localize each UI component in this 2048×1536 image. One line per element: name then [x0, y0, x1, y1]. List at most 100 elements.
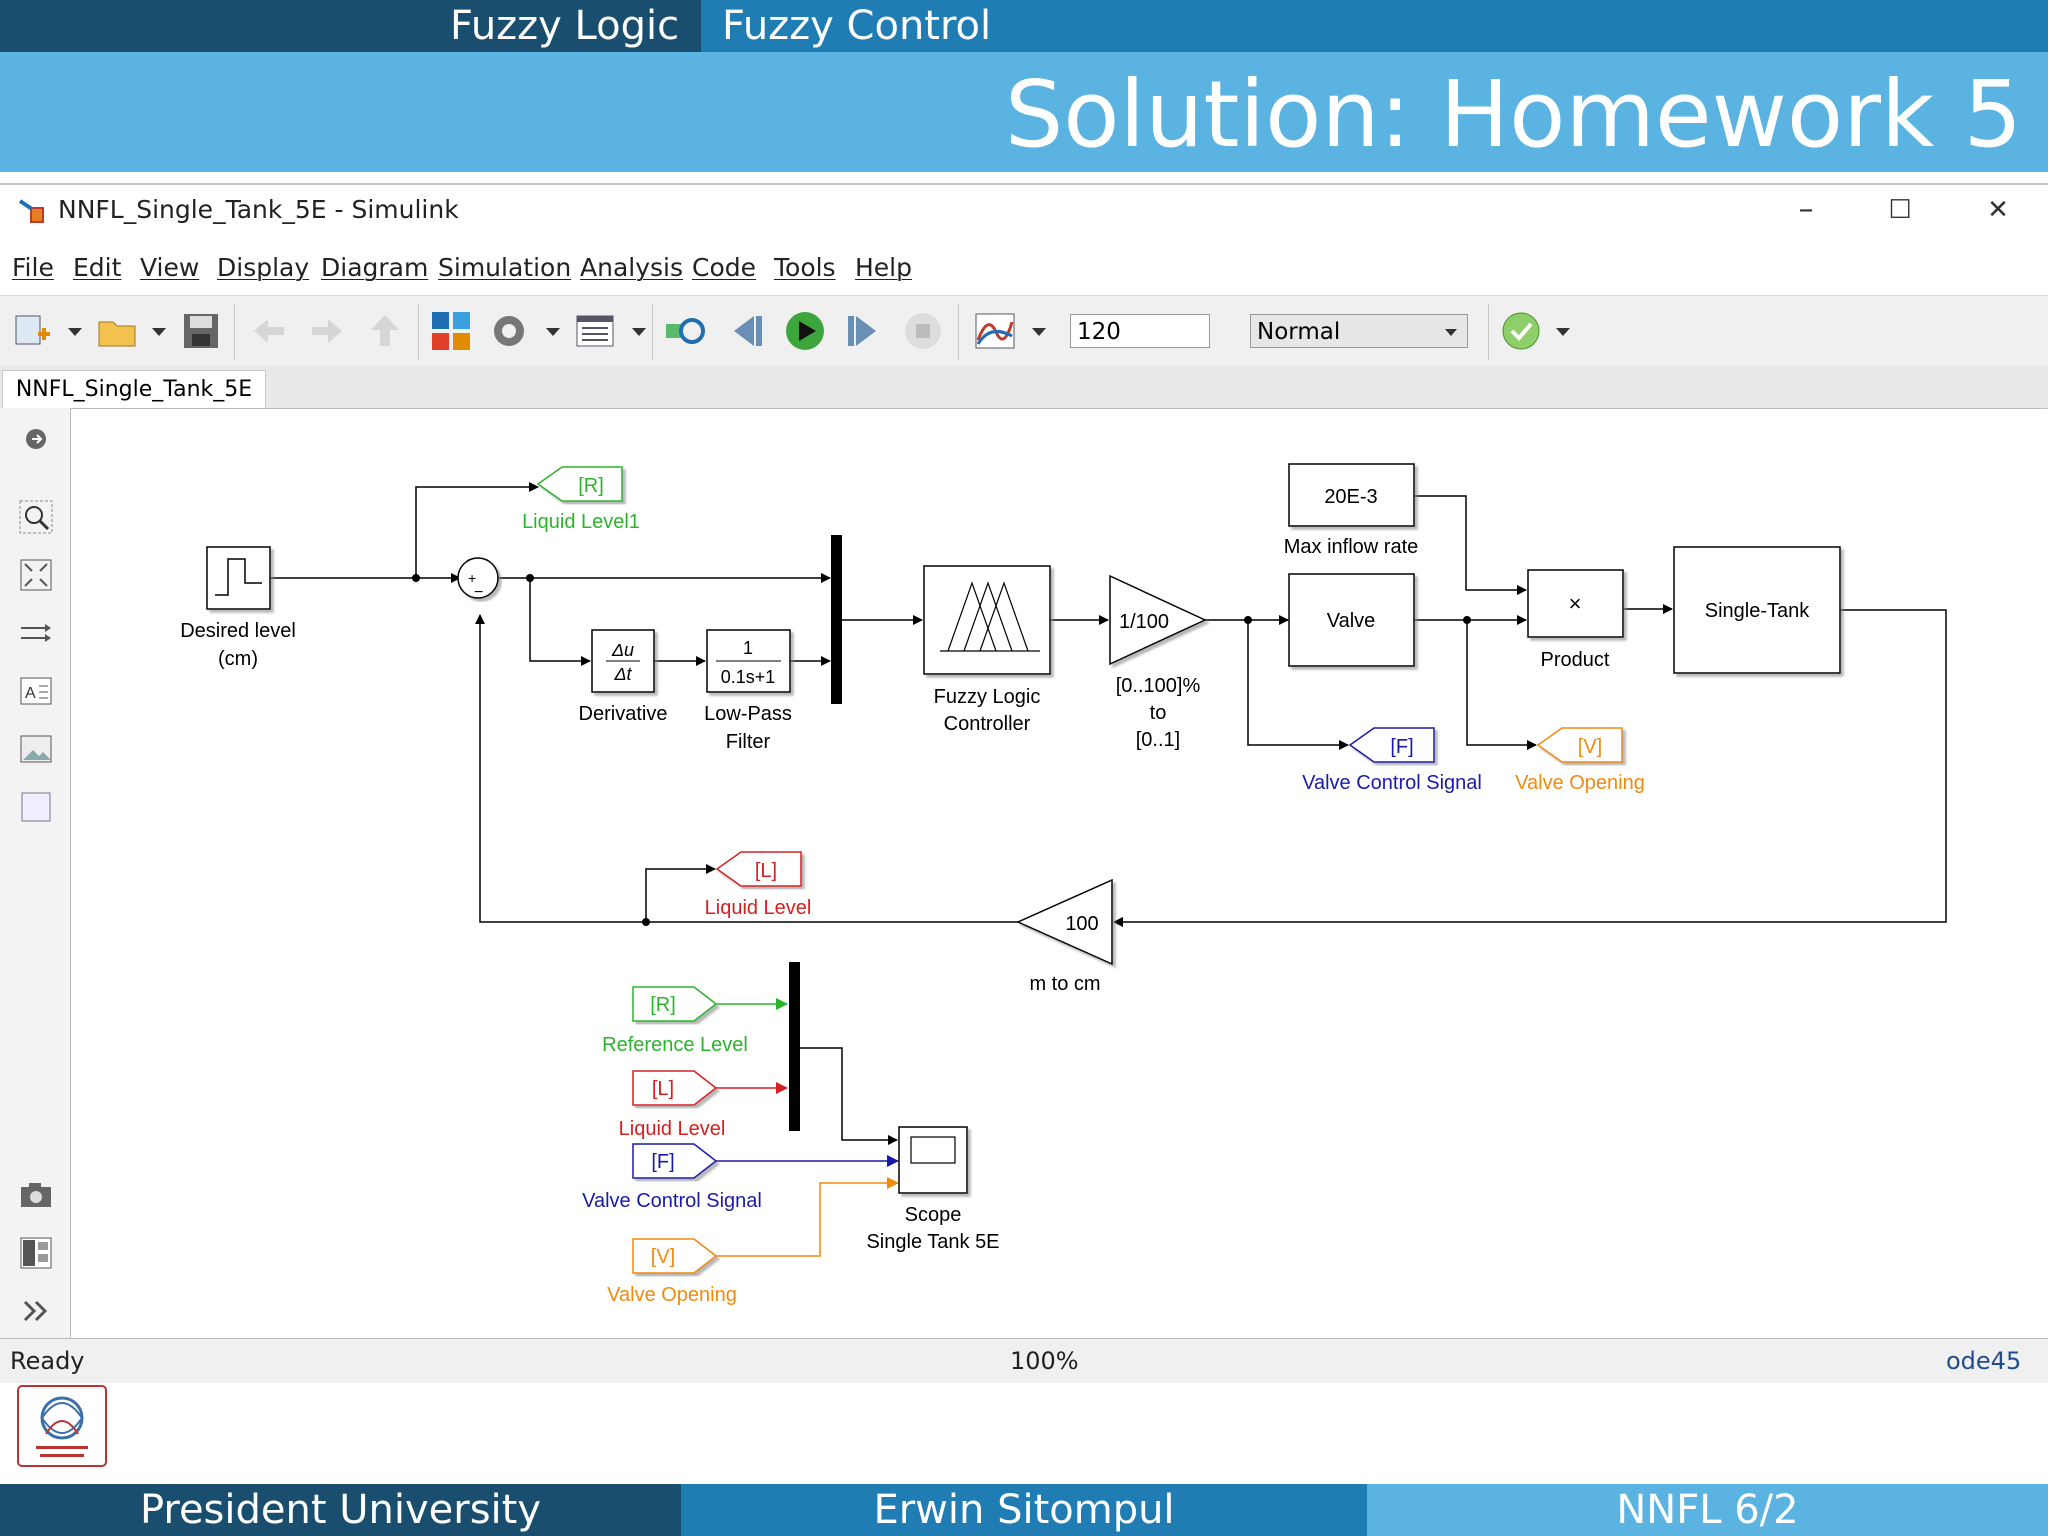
sum-block[interactable]: + −: [457, 557, 499, 601]
annotation-icon[interactable]: A: [19, 674, 53, 708]
goto-l-label: Liquid Level: [705, 897, 812, 919]
step-label-line2: (cm): [218, 648, 258, 670]
update-diagram-icon[interactable]: [664, 310, 706, 352]
expand-icon[interactable]: [19, 1294, 53, 1328]
product-symbol: ×: [1569, 591, 1582, 616]
goto-v-block[interactable]: [V]: [1536, 727, 1623, 763]
product-block[interactable]: ×: [1527, 569, 1624, 638]
step-block[interactable]: [206, 546, 271, 610]
up-icon[interactable]: [364, 310, 406, 352]
goto-v-tag: [V]: [1578, 736, 1602, 758]
model-browser-icon[interactable]: [19, 1236, 53, 1270]
footer-center: Erwin Sitompul: [681, 1484, 1367, 1536]
status-ready: Ready: [10, 1347, 85, 1375]
new-model-icon[interactable]: [12, 310, 54, 352]
menu-diagram[interactable]: Diagram: [321, 253, 428, 282]
step-label-line1: Desired level: [180, 620, 296, 642]
menu-analysis[interactable]: Analysis: [580, 253, 683, 282]
inspector-dropdown-icon[interactable]: [1032, 328, 1046, 336]
step-forward-icon[interactable]: [842, 310, 884, 352]
low-pass-filter-block[interactable]: 1 0.1s+1: [706, 629, 791, 693]
back-icon[interactable]: [248, 310, 290, 352]
menu-view[interactable]: View: [140, 253, 199, 282]
simulink-window: NNFL_Single_Tank_5E - Simulink – ☐ ✕ Fil…: [0, 183, 2048, 1385]
goto-l-block[interactable]: [L]: [715, 851, 802, 887]
open-icon[interactable]: [96, 310, 138, 352]
footer-left: President University: [0, 1484, 681, 1536]
gain-percent-block[interactable]: 1/100: [1109, 574, 1207, 666]
menu-display[interactable]: Display: [217, 253, 309, 282]
check-dropdown-icon[interactable]: [1556, 328, 1570, 336]
single-tank-label: Single-Tank: [1705, 600, 1811, 622]
derivative-denominator: Δt: [613, 664, 632, 684]
settings-dropdown-icon[interactable]: [546, 328, 560, 336]
fuzzy-logic-controller-block[interactable]: [923, 565, 1051, 675]
tab-model[interactable]: NNFL_Single_Tank_5E: [2, 370, 266, 408]
close-button[interactable]: ✕: [1972, 189, 2024, 231]
chevron-down-icon: [1445, 329, 1457, 336]
window-title: NNFL_Single_Tank_5E - Simulink: [58, 195, 459, 224]
from-r-label: Reference Level: [602, 1034, 748, 1056]
lpf-numerator: 1: [743, 638, 753, 658]
camera-icon[interactable]: [19, 1178, 53, 1212]
menu-file[interactable]: File: [12, 253, 54, 282]
zoom-icon[interactable]: [19, 500, 53, 534]
menu-tools[interactable]: Tools: [774, 253, 836, 282]
image-icon[interactable]: [19, 732, 53, 766]
maximize-button[interactable]: ☐: [1874, 189, 1926, 231]
menu-help[interactable]: Help: [855, 253, 912, 282]
goto-r-label: Liquid Level1: [522, 511, 640, 533]
valve-block[interactable]: Valve: [1288, 573, 1415, 667]
gain-m-to-cm-block[interactable]: 100: [1016, 878, 1113, 966]
goto-l-tag: [L]: [755, 860, 777, 882]
valve-label: Valve: [1327, 610, 1376, 632]
from-r-block[interactable]: [R]: [632, 986, 718, 1022]
model-explorer-icon[interactable]: [574, 310, 616, 352]
data-inspector-icon[interactable]: [974, 310, 1016, 352]
goto-f-block[interactable]: [F]: [1348, 727, 1435, 763]
signal-routing-icon[interactable]: [19, 616, 53, 650]
mux-block[interactable]: [831, 535, 842, 704]
lpf-label-line1: Low-Pass: [704, 703, 792, 725]
from-v-block[interactable]: [V]: [632, 1238, 718, 1274]
stop-icon[interactable]: [902, 310, 944, 352]
area-icon[interactable]: [19, 790, 53, 824]
model-canvas[interactable]: Desired level (cm) + − [R] Liquid Level1…: [71, 408, 2046, 1339]
menu-edit[interactable]: Edit: [73, 253, 121, 282]
save-icon[interactable]: [180, 310, 222, 352]
library-icon[interactable]: [430, 310, 472, 352]
scope-block[interactable]: [898, 1126, 968, 1194]
simulink-app-icon: [18, 199, 44, 223]
constant-block[interactable]: 20E-3: [1288, 463, 1415, 527]
model-tab-bar: NNFL_Single_Tank_5E: [0, 366, 2048, 409]
from-l-label: Liquid Level: [619, 1118, 726, 1140]
step-back-icon[interactable]: [726, 310, 768, 352]
window-titlebar: NNFL_Single_Tank_5E - Simulink – ☐ ✕: [0, 185, 2048, 235]
from-f-block[interactable]: [F]: [632, 1143, 718, 1179]
stop-time-input[interactable]: 120: [1070, 314, 1210, 348]
simulation-mode-value: Normal: [1257, 319, 1341, 345]
scope-mux-block[interactable]: [789, 962, 800, 1131]
new-model-dropdown-icon[interactable]: [68, 328, 82, 336]
minimize-button[interactable]: –: [1780, 189, 1832, 231]
forward-icon[interactable]: [306, 310, 348, 352]
fit-to-view-icon[interactable]: [19, 558, 53, 592]
simulation-mode-select[interactable]: Normal: [1250, 314, 1468, 348]
goto-r-block[interactable]: [R]: [536, 466, 623, 502]
scope-label-line1: Scope: [905, 1204, 962, 1226]
from-l-block[interactable]: [L]: [632, 1070, 718, 1106]
settings-icon[interactable]: [488, 310, 530, 352]
check-icon[interactable]: [1500, 310, 1542, 352]
derivative-block[interactable]: Δu Δt: [591, 629, 655, 693]
menu-simulation[interactable]: Simulation: [438, 253, 571, 282]
open-dropdown-icon[interactable]: [152, 328, 166, 336]
toolbar: 120 Normal: [0, 295, 2048, 367]
single-tank-block[interactable]: Single-Tank: [1673, 546, 1841, 674]
goto-f-tag: [F]: [1390, 736, 1413, 758]
hide-browser-icon[interactable]: [19, 422, 53, 456]
flc-label-line2: Controller: [944, 713, 1031, 735]
status-solver[interactable]: ode45: [1946, 1347, 2021, 1375]
run-icon[interactable]: [784, 310, 826, 352]
menu-code[interactable]: Code: [692, 253, 756, 282]
explorer-dropdown-icon[interactable]: [632, 328, 646, 336]
